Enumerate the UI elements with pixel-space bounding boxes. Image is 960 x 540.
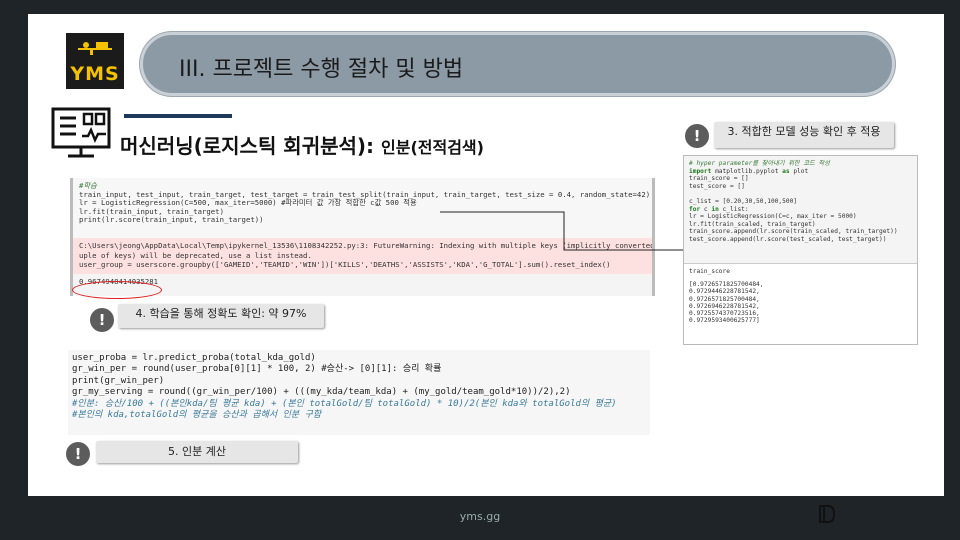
note-accuracy: 4. 학습을 통해 정확도 확인: 약 97%	[118, 304, 324, 328]
hyperparameter-code-input: # hyper parameter를 찾아내기 위한 코드 작성 import …	[684, 156, 917, 263]
slide-title: 머신러닝(로지스틱 회귀분석): 인분(전적검색)	[120, 130, 484, 159]
alert-icon: !	[90, 308, 114, 332]
code-line: import matplotlib.pyplot as plot	[689, 167, 809, 175]
code-line: gr_my_serving = round((gr_win_per/100) +…	[72, 387, 571, 398]
code-line: #본인의 kda,totalGold의 평균을 승산과 곱해서 인분 구함	[72, 410, 322, 421]
code-line: c_list = [0.20,30,50,100,500]	[689, 197, 798, 205]
warning-line: user_group = userscore.groupby(['GAMEID'…	[79, 260, 611, 269]
broadcast-tower-icon	[78, 42, 112, 55]
score-value: 0.9726571825700484,	[689, 295, 760, 303]
code-line: print(gr_win_per)	[72, 375, 165, 386]
serving-code-cell: user_proba = lr.predict_proba(total_kda_…	[68, 350, 650, 435]
alert-icon: !	[685, 124, 709, 148]
code-line: print(lr.score(train_input, train_target…	[79, 215, 264, 224]
warning-line: uple of keys) will be deprecated, use a …	[79, 250, 312, 260]
train-score-label: train_score	[684, 263, 917, 279]
code-line: test_score.append(lr.score(test_scaled, …	[689, 235, 887, 243]
score-value: 0.9725574370723516,	[689, 310, 760, 318]
header-banner: III. 프로젝트 수행 절차 및 방법	[140, 32, 895, 96]
code-line: lr = LogisticRegression(C=c, max_iter = …	[689, 213, 857, 221]
score-value: [0.9726571825700484,	[689, 281, 764, 288]
score-value: 0.9726946228781542,	[689, 302, 760, 310]
code-line: train_score = []	[689, 175, 749, 183]
monitor-chart-icon	[51, 107, 111, 158]
alert-icon: !	[66, 442, 90, 466]
code-line: #인분: 승산/100 + ((본인kda/팀 평균 kda) + (본인 to…	[72, 398, 617, 409]
slide-title-main: 머신러닝(로지스틱 회귀분석):	[120, 134, 375, 158]
training-code-cell: #학습 train_input, test_input, train_targe…	[70, 178, 655, 296]
title-accent-line	[124, 114, 232, 118]
future-warning-output: C:\Users\jeong\AppData\Local\Temp\ipyker…	[73, 238, 652, 274]
hyperparameter-code-cell: # hyper parameter를 찾아내기 위한 코드 작성 import …	[683, 155, 918, 345]
code-line: train_score.append(lr.score(train_scaled…	[689, 228, 898, 236]
code-line: test_score = []	[689, 182, 745, 190]
logo-text: YMS	[70, 63, 120, 85]
slide-title-sub: 인분(전적검색)	[381, 138, 484, 157]
footer-brand-icon	[819, 505, 836, 523]
score-value: 0.9729446228781542,	[689, 288, 760, 296]
code-line: for c in c_list:	[689, 205, 749, 213]
code-line: lr.fit(train_scaled, train_target)	[689, 220, 816, 228]
yms-logo: YMS	[66, 33, 124, 89]
code-line: # hyper parameter를 찾아내기 위한 코드 작성	[689, 160, 830, 167]
train-score-values: [0.9726571825700484, 0.9729446228781542,…	[684, 279, 917, 327]
code-line: gr_win_per = round(user_proba[0][1] * 10…	[72, 364, 442, 375]
warning-line: C:\Users\jeong\AppData\Local\Temp\ipyker…	[79, 241, 655, 250]
code-line: user_proba = lr.predict_proba(total_kda_…	[72, 353, 316, 363]
note-model-performance: 3. 적합한 모델 성능 확인 후 적용	[714, 122, 894, 148]
training-code-input: #학습 train_input, test_input, train_targe…	[73, 178, 652, 238]
accuracy-highlight-circle	[72, 281, 162, 299]
header-title: III. 프로젝트 수행 절차 및 방법	[179, 57, 464, 82]
note-serving-calc: 5. 인분 계산	[96, 441, 298, 463]
score-value: 0.9729593400625777]	[689, 317, 760, 325]
